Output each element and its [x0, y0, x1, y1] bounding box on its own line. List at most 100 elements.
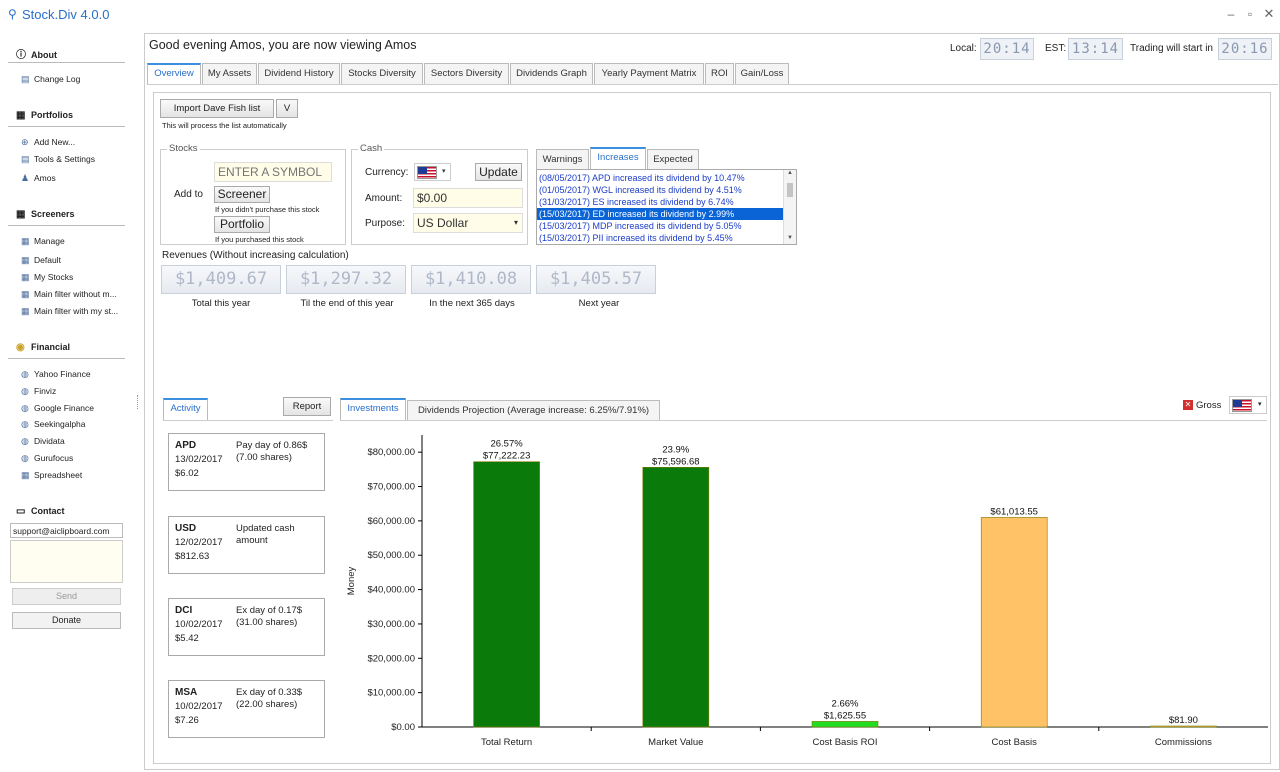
revenue-total-this-year: $1,409.67 [161, 265, 281, 294]
y-tick-label: $50,000.00 [367, 550, 415, 561]
globe-icon: ◍ [21, 419, 29, 429]
currency-select[interactable]: ▾ [414, 163, 451, 181]
list-item[interactable]: (15/03/2017) ED increased its dividend b… [537, 208, 783, 220]
portfolio-note: If you purchased this stock [215, 235, 304, 244]
sidebar-item-main-filter-with[interactable]: ▦ Main filter with my st... [21, 306, 118, 317]
tab-increases[interactable]: Increases [590, 147, 646, 170]
chevron-down-icon: ▾ [442, 168, 446, 175]
import-dropdown-button[interactable]: V [276, 99, 298, 118]
revenues-title: Revenues (Without increasing calculation… [162, 250, 349, 261]
import-dave-fish-button[interactable]: Import Dave Fish list [160, 99, 274, 118]
y-tick-label: $70,000.00 [367, 482, 415, 493]
app-title: Stock.Div 4.0.0 [22, 7, 110, 22]
sidebar-item-amos[interactable]: ♟ Amos [21, 173, 56, 184]
sidebar-section-screeners[interactable]: ▦ Screeners [16, 209, 75, 220]
maximize-icon[interactable]: ▫ [1242, 6, 1258, 22]
add-icon: ⊕ [21, 137, 29, 147]
minimize-icon[interactable]: – [1223, 6, 1239, 22]
tab-stocks-diversity[interactable]: Stocks Diversity [341, 63, 423, 84]
increases-scrollbar[interactable]: ▲ ▼ [783, 170, 796, 244]
list-item[interactable]: (31/03/2017) ES increased its dividend b… [537, 196, 783, 208]
y-tick-label: $60,000.00 [367, 516, 415, 527]
document-icon: ▤ [21, 74, 30, 84]
sidebar-item-google-finance[interactable]: ◍ Google Finance [21, 403, 94, 414]
revenue-next-365-days: $1,410.08 [411, 265, 531, 294]
scroll-up-icon[interactable]: ▲ [787, 170, 793, 176]
amount-label: Amount: [365, 193, 403, 204]
report-button[interactable]: Report [283, 397, 331, 416]
scroll-thumb[interactable] [787, 183, 793, 197]
list-item[interactable]: (15/03/2017) MDP increased its dividend … [537, 220, 783, 232]
portfolio-button[interactable]: Portfolio [214, 216, 270, 233]
sidebar-section-financial[interactable]: ◉ Financial [16, 342, 70, 353]
tab-overview[interactable]: Overview [147, 63, 201, 84]
cash-group-title: Cash [358, 143, 385, 154]
y-tick-label: $30,000.00 [367, 619, 415, 630]
tab-investments[interactable]: Investments [340, 398, 406, 421]
amount-input[interactable]: $0.00 [413, 188, 523, 208]
sidebar-item-dividata[interactable]: ◍ Dividata [21, 436, 65, 447]
sidebar-item-yahoo-finance[interactable]: ◍ Yahoo Finance [21, 369, 91, 380]
contact-email-input[interactable] [10, 523, 123, 538]
sidebar-section-about[interactable]: ⓘ About [16, 46, 57, 61]
tab-divider [147, 84, 1278, 85]
list-item[interactable]: (01/05/2017) WGL increased its dividend … [537, 184, 783, 196]
tab-dividends-projection[interactable]: Dividends Projection (Average increase: … [407, 400, 660, 421]
tab-gain-loss[interactable]: Gain/Loss [735, 63, 789, 84]
screener-button[interactable]: Screener [214, 186, 270, 203]
contact-message-input[interactable] [10, 540, 123, 583]
sidebar-item-finviz[interactable]: ◍ Finviz [21, 386, 56, 397]
local-time-label: Local: [950, 43, 977, 54]
scroll-down-icon[interactable]: ▼ [787, 235, 793, 241]
sidebar-item-tools-settings[interactable]: ▤ Tools & Settings [21, 154, 95, 165]
gross-label: Gross [1196, 400, 1222, 411]
tab-activity[interactable]: Activity [163, 398, 208, 421]
sidebar-item-main-filter-without[interactable]: ▦ Main filter without m... [21, 289, 117, 300]
bar-value-label: $77,222.23 [483, 451, 531, 462]
tab-dividends-graph[interactable]: Dividends Graph [510, 63, 593, 84]
sidebar-item-spreadsheet[interactable]: ▦ Spreadsheet [21, 470, 82, 481]
globe-icon: ◍ [21, 403, 29, 413]
us-flag-icon [1232, 399, 1252, 412]
tab-warnings[interactable]: Warnings [536, 149, 589, 170]
sidebar-item-add-new[interactable]: ⊕ Add New... [21, 137, 75, 148]
chart-currency-select[interactable]: ▾ [1229, 396, 1267, 414]
x-tick-label: Cost Basis [991, 737, 1037, 748]
donate-button[interactable]: Donate [12, 612, 121, 629]
sidebar-item-default[interactable]: ▦ Default [21, 255, 61, 266]
tab-yearly-payment-matrix[interactable]: Yearly Payment Matrix [594, 63, 704, 84]
tab-roi[interactable]: ROI [705, 63, 734, 84]
gross-toggle-icon[interactable]: ✕ [1183, 400, 1193, 410]
sidebar-item-gurufocus[interactable]: ◍ Gurufocus [21, 453, 73, 464]
divider [8, 225, 125, 226]
tab-expected[interactable]: Expected [647, 149, 699, 170]
bar-percent-label: 23.9% [662, 444, 689, 455]
y-axis-label: Money [346, 566, 357, 595]
close-icon[interactable]: ✕ [1261, 6, 1277, 22]
send-button[interactable]: Send [12, 588, 121, 605]
sidebar-item-my-stocks[interactable]: ▦ My Stocks [21, 272, 73, 283]
tab-my-assets[interactable]: My Assets [202, 63, 257, 84]
spreadsheet-icon: ▦ [21, 470, 30, 480]
list-item[interactable]: (15/03/2017) PII increased its dividend … [537, 232, 783, 244]
list-item[interactable]: (08/05/2017) APD increased its dividend … [537, 172, 783, 184]
us-flag-icon [417, 166, 437, 179]
local-clock: 20:14 [980, 38, 1034, 60]
splitter-handle[interactable] [137, 395, 139, 409]
symbol-input[interactable] [214, 162, 332, 182]
tab-sectors-diversity[interactable]: Sectors Diversity [424, 63, 509, 84]
title-bar: ⚲ Stock.Div 4.0.0 – ▫ ✕ [0, 0, 1280, 30]
y-tick-label: $40,000.00 [367, 585, 415, 596]
sidebar-item-manage[interactable]: ▦ Manage [21, 236, 65, 247]
est-clock: 13:14 [1068, 38, 1123, 60]
sidebar-item-seekingalpha[interactable]: ◍ Seekingalpha [21, 419, 86, 430]
tab-dividend-history[interactable]: Dividend History [258, 63, 340, 84]
grid-icon: ▦ [21, 236, 30, 246]
divider [340, 420, 1267, 421]
activity-card: USD 12/02/2017 $812.63 Updated cash amou… [168, 516, 325, 574]
update-cash-button[interactable]: Update [475, 163, 522, 181]
purpose-select[interactable]: US Dollar ▾ [413, 213, 523, 233]
sidebar-section-portfolios[interactable]: ▦ Portfolios [16, 110, 73, 121]
increases-list[interactable]: (08/05/2017) APD increased its dividend … [536, 169, 797, 245]
sidebar-item-change-log[interactable]: ▤ Change Log [21, 74, 80, 85]
